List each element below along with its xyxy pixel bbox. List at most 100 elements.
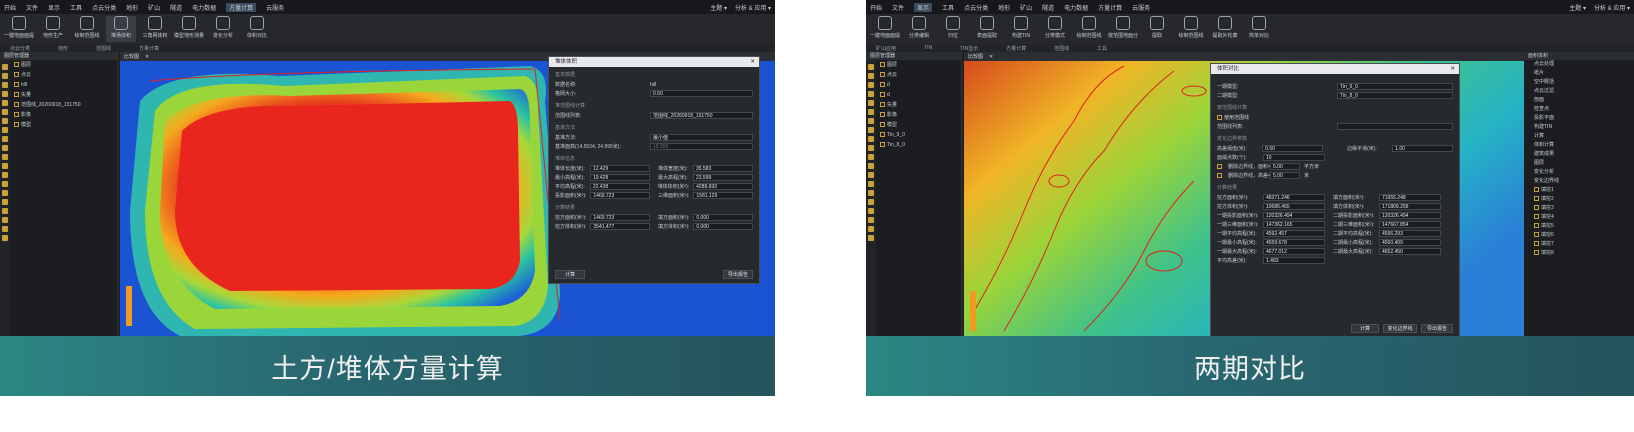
tool-icon[interactable]	[2, 127, 8, 133]
tool-icon[interactable]	[868, 208, 874, 214]
layer-tree-item[interactable]: Tin_9_0	[880, 130, 961, 140]
tool-icon[interactable]	[2, 235, 8, 241]
menu-item[interactable]: 矿山	[148, 3, 160, 12]
right-panel-item[interactable]: 纸片	[1534, 69, 1634, 78]
layer-checkbox[interactable]	[880, 92, 885, 98]
tool-icon[interactable]	[868, 172, 874, 178]
opt2-checkbox[interactable]	[1217, 173, 1222, 178]
tool-icon[interactable]	[2, 226, 8, 232]
tool-icon[interactable]	[868, 190, 874, 196]
layer-checkbox[interactable]	[14, 92, 19, 98]
menu-item[interactable]: 工具	[70, 3, 82, 12]
right-panel-item[interactable]: 体积计算	[1534, 141, 1634, 150]
right-panel-item[interactable]: 检查点	[1534, 105, 1634, 114]
right-panel-item[interactable]: 填挖2	[1534, 195, 1634, 204]
tool-icon[interactable]	[2, 118, 8, 124]
layer-checkbox[interactable]	[14, 112, 19, 118]
layer-checkbox[interactable]	[880, 102, 885, 108]
right-panel-item[interactable]: 点云处理	[1534, 60, 1634, 69]
tool-icon[interactable]	[868, 154, 874, 160]
export-report-button[interactable]: 导出报告	[723, 270, 753, 279]
right-panel-item[interactable]: 填挖8	[1534, 249, 1634, 258]
tool-icon[interactable]	[2, 208, 8, 214]
range-select[interactable]	[1337, 123, 1453, 130]
layer-checkbox[interactable]	[880, 112, 885, 118]
tool-icon[interactable]	[868, 217, 874, 223]
menu-item[interactable]: 方量计算	[1098, 3, 1122, 12]
layer-tree-item[interactable]: 点云	[880, 70, 961, 80]
layer-tree-item[interactable]: 模型	[14, 120, 117, 130]
ribbon-button[interactable]: 一键地面面提	[4, 16, 34, 42]
right-panel-item[interactable]: 变化分析	[1534, 168, 1634, 177]
menu-item[interactable]: 方量计算	[226, 2, 257, 12]
tool-icon[interactable]	[2, 199, 8, 205]
export-report-button[interactable]: 导出报告	[1421, 324, 1453, 333]
tab-view[interactable]: 比较图	[968, 53, 983, 60]
menu-item[interactable]: 隧道	[170, 3, 182, 12]
opt2-input[interactable]: 5.00	[1270, 172, 1300, 179]
menu-item[interactable]: 电力数据	[192, 3, 216, 12]
tool-icon[interactable]	[2, 136, 8, 142]
ribbon-button[interactable]: 提取	[1142, 16, 1172, 42]
menu-right-item[interactable]: 主题 ▾	[1569, 3, 1586, 12]
layer-checkbox[interactable]	[880, 62, 885, 68]
right-panel-item[interactable]: 填挖5	[1534, 222, 1634, 231]
tool-icon[interactable]	[868, 199, 874, 205]
tool-icon[interactable]	[868, 73, 874, 79]
close-icon[interactable]: ✕	[1450, 64, 1455, 74]
menu-item[interactable]: 云服务	[1132, 3, 1150, 12]
menu-item[interactable]: 地形	[998, 3, 1010, 12]
tool-icon[interactable]	[2, 100, 8, 106]
border-line-button[interactable]: 变化边界线	[1383, 324, 1417, 333]
layer-tree-item[interactable]: 影像	[14, 110, 117, 120]
menu-item[interactable]: 开始	[870, 3, 882, 12]
ribbon-button[interactable]: 绘制范围线	[1176, 16, 1206, 42]
tool-icon[interactable]	[2, 73, 8, 79]
count-input[interactable]: 10	[1263, 154, 1325, 161]
menu-item[interactable]: 显示	[914, 2, 933, 12]
layer-checkbox[interactable]	[880, 72, 885, 78]
layer-tree-item[interactable]: Tin_8_0	[880, 140, 961, 150]
menu-item[interactable]: 文件	[26, 3, 38, 12]
menu-item[interactable]: 开始	[4, 3, 16, 12]
ribbon-button[interactable]: 变化分析	[208, 16, 238, 42]
layer-tree-item[interactable]: 点云	[14, 70, 117, 80]
opt1-checkbox[interactable]	[1217, 164, 1222, 169]
tool-icon[interactable]	[2, 91, 8, 97]
elev-input[interactable]: 18.555	[650, 143, 753, 150]
menu-item[interactable]: 显示	[48, 3, 60, 12]
layer-checkbox[interactable]	[880, 142, 885, 148]
menu-item[interactable]: 隧道	[1042, 3, 1054, 12]
tool-icon[interactable]	[868, 109, 874, 115]
layer-checkbox[interactable]	[14, 122, 19, 128]
close-icon[interactable]: ✕	[989, 54, 993, 60]
tool-icon[interactable]	[868, 118, 874, 124]
right-panel-item[interactable]: 点云过滤	[1534, 87, 1634, 96]
layer-tree-item[interactable]: d	[880, 80, 961, 90]
right-panel-item[interactable]: 计算	[1534, 132, 1634, 141]
right-panel-item[interactable]: 填挖7	[1534, 240, 1634, 249]
tool-icon[interactable]	[868, 82, 874, 88]
item-checkbox[interactable]	[1534, 187, 1539, 193]
item-checkbox[interactable]	[1534, 205, 1539, 211]
right-panel-item[interactable]: 填挖6	[1534, 231, 1634, 240]
layer-tree-item[interactable]: 模型	[880, 120, 961, 130]
ribbon-button[interactable]: 模型地形测量	[174, 16, 204, 42]
calc-button[interactable]: 计算	[1351, 324, 1379, 333]
menu-item[interactable]: 点云分类	[964, 3, 988, 12]
tool-icon[interactable]	[868, 100, 874, 106]
layer-checkbox[interactable]	[14, 82, 19, 88]
menu-right-item[interactable]: 分析 & 应用 ▾	[1594, 3, 1630, 12]
tab-view[interactable]: 比较图	[124, 53, 139, 60]
tool-icon[interactable]	[2, 163, 8, 169]
ribbon-button[interactable]: 三角网体积	[140, 16, 170, 42]
tool-icon[interactable]	[868, 145, 874, 151]
ribbon-button[interactable]: 按范围地面分	[1108, 16, 1138, 42]
layer-checkbox[interactable]	[880, 82, 885, 88]
tool-icon[interactable]	[2, 109, 8, 115]
use-range-checkbox[interactable]	[1217, 115, 1222, 120]
item-checkbox[interactable]	[1534, 223, 1539, 229]
menu-item[interactable]: 工具	[942, 3, 954, 12]
model2-select[interactable]: Tin_8_0	[1337, 92, 1453, 99]
layer-checkbox[interactable]	[880, 122, 885, 128]
